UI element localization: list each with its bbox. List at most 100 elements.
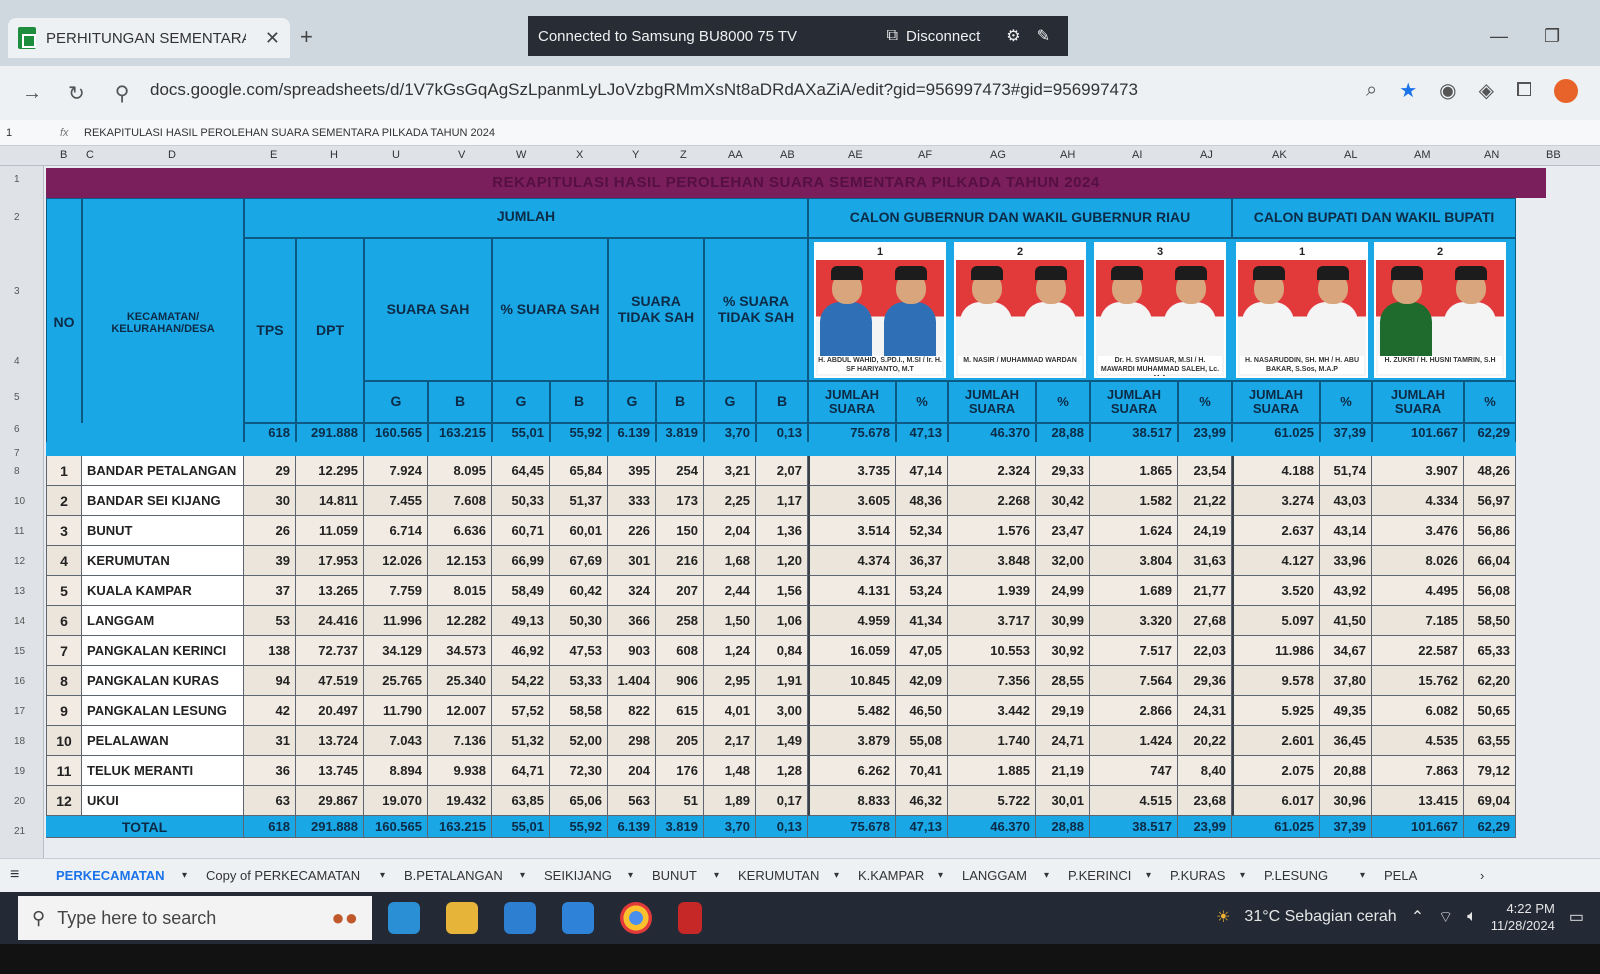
table-cell[interactable]: 57,52 (492, 696, 550, 726)
table-row-no[interactable]: 9 (46, 696, 82, 726)
row-header[interactable]: 16 (14, 676, 25, 687)
subheader-jumlah-suara[interactable]: JUMLAH SUARA (808, 381, 896, 423)
table-cell[interactable]: 60,42 (550, 576, 608, 606)
table-cell[interactable]: 173 (656, 486, 704, 516)
summary-cell[interactable]: 46.370 (948, 423, 1036, 443)
subheader-jumlah-suara[interactable]: JUMLAH SUARA (1232, 381, 1320, 423)
table-cell[interactable]: 69,04 (1464, 786, 1516, 816)
table-cell[interactable]: 29,36 (1178, 666, 1232, 696)
disconnect-button[interactable]: Disconnect (906, 28, 980, 45)
sheet-tab-11[interactable]: P.LESUNG (1264, 868, 1328, 883)
table-cell[interactable]: 12.153 (428, 546, 492, 576)
table-row-name[interactable]: BANDAR PETALANGAN (82, 456, 244, 486)
table-cell[interactable]: 29,33 (1036, 456, 1090, 486)
table-cell[interactable]: 51,32 (492, 726, 550, 756)
sheet-tab-1[interactable]: PERKECAMATAN (56, 868, 165, 883)
row-header[interactable]: 6 (14, 424, 20, 435)
table-cell[interactable]: 46,92 (492, 636, 550, 666)
table-cell[interactable]: 23,68 (1178, 786, 1232, 816)
table-cell[interactable]: 30,96 (1320, 786, 1372, 816)
table-cell[interactable]: 7.863 (1372, 756, 1464, 786)
sheet-tab-3[interactable]: B.PETALANGAN (404, 868, 503, 883)
row-header[interactable]: 8 (14, 466, 20, 477)
table-cell[interactable]: 30,92 (1036, 636, 1090, 666)
table-cell[interactable]: 19.432 (428, 786, 492, 816)
table-cell[interactable]: 58,50 (1464, 606, 1516, 636)
subheader-jumlah-suara[interactable]: JUMLAH SUARA (1090, 381, 1178, 423)
subheader-pct[interactable]: % (1178, 381, 1232, 423)
summary-cell[interactable]: 101.667 (1372, 423, 1464, 443)
header-kecamatan[interactable]: KECAMATAN/ KELURAHAN/DESA (82, 198, 244, 448)
header-pct-suara-tidak-sah[interactable]: % SUARA TIDAK SAH (704, 238, 808, 381)
table-cell[interactable]: 14.811 (296, 486, 364, 516)
sheet-tab-dropdown-icon[interactable]: ▾ (1360, 870, 1365, 881)
subheader-jumlah-suara[interactable]: JUMLAH SUARA (1372, 381, 1464, 423)
table-cell[interactable]: 1.404 (608, 666, 656, 696)
store-icon[interactable] (504, 902, 536, 934)
table-cell[interactable]: 22.587 (1372, 636, 1464, 666)
table-cell[interactable]: 1,89 (704, 786, 756, 816)
column-header-d[interactable]: D (168, 149, 176, 161)
table-cell[interactable]: 615 (656, 696, 704, 726)
table-cell[interactable]: 37,80 (1320, 666, 1372, 696)
table-cell[interactable]: 4.535 (1372, 726, 1464, 756)
sheet-tab-dropdown-icon[interactable]: ▾ (834, 870, 839, 881)
sheet-tab-dropdown-icon[interactable]: ▾ (714, 870, 719, 881)
table-cell[interactable]: 3.735 (808, 456, 896, 486)
column-header-af[interactable]: AF (918, 149, 932, 161)
close-tab-icon[interactable]: ✕ (265, 28, 280, 49)
table-cell[interactable]: 4.959 (808, 606, 896, 636)
header-jumlah[interactable]: JUMLAH (244, 198, 808, 238)
table-cell[interactable]: 60,71 (492, 516, 550, 546)
table-cell[interactable]: 1.939 (948, 576, 1036, 606)
table-cell[interactable]: 66,04 (1464, 546, 1516, 576)
table-cell[interactable]: 43,92 (1320, 576, 1372, 606)
subheader-pct[interactable]: % (1320, 381, 1372, 423)
zoom-icon[interactable]: ⌕ (1366, 79, 1377, 102)
total-cell[interactable]: 55,92 (550, 816, 608, 838)
sheet-tab-dropdown-icon[interactable]: ▾ (380, 870, 385, 881)
table-cell[interactable]: 301 (608, 546, 656, 576)
table-cell[interactable]: 1,36 (756, 516, 808, 546)
table-cell[interactable]: 3.879 (808, 726, 896, 756)
table-cell[interactable]: 51,37 (550, 486, 608, 516)
table-cell[interactable]: 7.608 (428, 486, 492, 516)
header-dpt[interactable]: DPT (296, 238, 364, 423)
total-cell[interactable]: 3,70 (704, 816, 756, 838)
table-cell[interactable]: 5.925 (1232, 696, 1320, 726)
table-cell[interactable]: 65,33 (1464, 636, 1516, 666)
extension-icon-2[interactable]: ◈ (1479, 78, 1494, 103)
table-cell[interactable]: 94 (244, 666, 296, 696)
table-cell[interactable]: 13.265 (296, 576, 364, 606)
table-cell[interactable]: 6.636 (428, 516, 492, 546)
table-cell[interactable]: 70,41 (896, 756, 948, 786)
table-cell[interactable]: 1.740 (948, 726, 1036, 756)
sheet-tab-4[interactable]: SEIKIJANG (544, 868, 612, 883)
table-row-no[interactable]: 12 (46, 786, 82, 816)
table-row-no[interactable]: 1 (46, 456, 82, 486)
header-tps[interactable]: TPS (244, 238, 296, 423)
column-header-e[interactable]: E (270, 149, 277, 161)
table-cell[interactable]: 2.075 (1232, 756, 1320, 786)
all-sheets-menu-icon[interactable]: ≡ (10, 866, 19, 884)
table-cell[interactable]: 3.907 (1372, 456, 1464, 486)
table-row-no[interactable]: 6 (46, 606, 82, 636)
table-cell[interactable]: 1,20 (756, 546, 808, 576)
table-cell[interactable]: 33,96 (1320, 546, 1372, 576)
table-cell[interactable]: 1,24 (704, 636, 756, 666)
table-cell[interactable]: 30,42 (1036, 486, 1090, 516)
name-box[interactable]: 1 (0, 127, 60, 139)
table-row-no[interactable]: 11 (46, 756, 82, 786)
table-cell[interactable]: 4.131 (808, 576, 896, 606)
table-cell[interactable]: 41,34 (896, 606, 948, 636)
table-cell[interactable]: 24,99 (1036, 576, 1090, 606)
subheader-b[interactable]: B (550, 381, 608, 423)
summary-cell[interactable]: 55,01 (492, 423, 550, 443)
total-cell[interactable]: 37,39 (1320, 816, 1372, 838)
table-cell[interactable]: 3.320 (1090, 606, 1178, 636)
table-cell[interactable]: 2.637 (1232, 516, 1320, 546)
total-cell[interactable]: 47,13 (896, 816, 948, 838)
table-cell[interactable]: 24,31 (1178, 696, 1232, 726)
table-cell[interactable]: 12.295 (296, 456, 364, 486)
row-header[interactable]: 19 (14, 766, 25, 777)
